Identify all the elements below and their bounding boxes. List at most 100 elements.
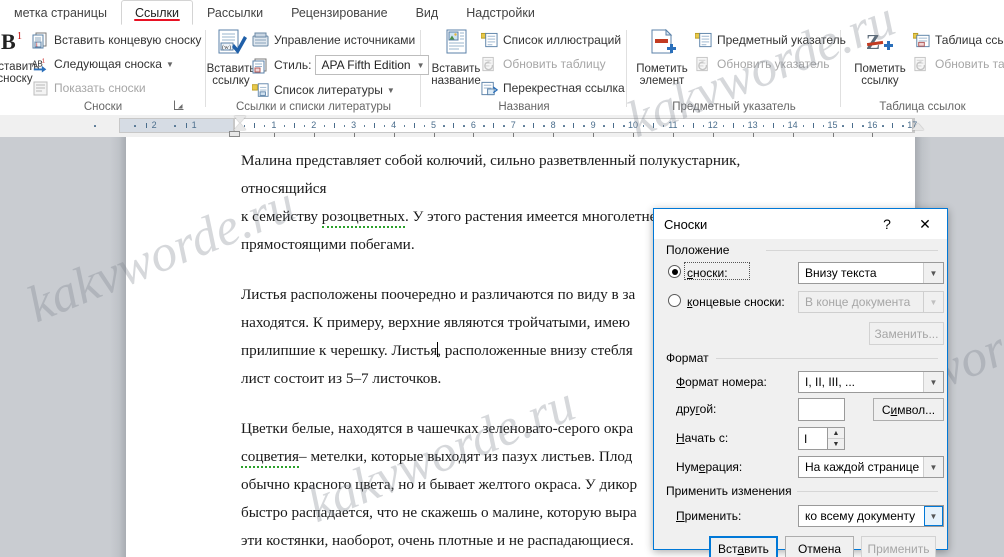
bibliography-button[interactable]: Список литературы ▼ — [252, 80, 395, 100]
footnotes-location-combobox[interactable]: Внизу текста ▼ — [798, 262, 944, 284]
ruler-tick-label: 2 — [311, 120, 317, 130]
ruler-half-mark — [186, 123, 188, 128]
ruler-half-mark — [146, 123, 148, 128]
footnotes-dialog-launcher[interactable] — [173, 100, 185, 112]
close-icon[interactable]: ✕ — [905, 209, 945, 239]
mark-citation-button[interactable]: Z Пометить ссылку — [849, 29, 911, 88]
start-at-input[interactable]: I — [798, 427, 828, 450]
mark-entry-label: Пометить элемент — [636, 62, 688, 88]
insert-index-label: Предметный указатель — [717, 33, 846, 47]
ruler-tick-label: 1 — [191, 120, 197, 130]
table-of-figures-icon — [481, 32, 498, 49]
number-format-value: I, II, III, ... — [805, 375, 856, 389]
ruler-minor-dot — [882, 125, 884, 127]
apply-button[interactable]: Применить — [861, 536, 936, 557]
symbol-button[interactable]: Символ... — [873, 398, 944, 421]
tab-view[interactable]: Вид — [402, 0, 453, 25]
tab-page-layout[interactable]: метка страницы — [0, 0, 121, 25]
next-footnote-button[interactable]: AB 1 Следующая сноска ▼ — [32, 54, 174, 74]
chevron-down-icon[interactable]: ▼ — [923, 457, 943, 477]
ruler-minor-dot — [523, 125, 525, 127]
tab-addins[interactable]: Надстройки — [452, 0, 549, 25]
ruler-minor-dot — [503, 125, 505, 127]
insert-caption-button[interactable]: Вставить название — [425, 29, 487, 88]
horizontal-ruler[interactable]: 2 1 1 2 3 4 5 6 7 8 9 10 11 12 13 14 15 16 17 — [0, 115, 1004, 138]
citation-style-combobox[interactable]: APA Fifth Edition ▼ — [315, 55, 429, 75]
next-footnote-label: Следующая сноска — [54, 57, 162, 71]
ruler-minor-dot — [762, 125, 765, 127]
update-index-button[interactable]: Обновить указатель — [695, 54, 830, 74]
dialog-title-bar[interactable]: Сноски ? ✕ — [654, 209, 947, 239]
numbering-value: На каждой странице — [805, 460, 920, 474]
citation-style-value: APA Fifth Edition — [321, 58, 411, 72]
show-notes-label: Показать сноски — [54, 81, 146, 95]
chevron-down-icon[interactable]: ▼ — [387, 86, 395, 95]
first-line-indent-marker[interactable] — [234, 116, 246, 123]
chevron-down-icon[interactable]: ▼ — [166, 60, 174, 69]
ruler-minor-dot — [842, 125, 844, 127]
ruler-tick-label: 1 — [271, 120, 277, 130]
apply-group-label: Применить изменения — [666, 484, 797, 498]
tab-active-underline — [133, 18, 180, 21]
cancel-button[interactable]: Отмена — [785, 536, 854, 557]
citation-style-row: Стиль: APA Fifth Edition ▼ — [252, 55, 429, 75]
show-notes-button[interactable]: Показать сноски — [32, 78, 146, 98]
ruler-minor-dot — [483, 125, 485, 127]
insert-index-button[interactable]: Предметный указатель — [695, 30, 846, 50]
ruler-half-mark — [772, 123, 774, 128]
tab-references[interactable]: Ссылки — [120, 0, 193, 25]
update-authorities-table-button[interactable]: Обновить табл... — [913, 54, 1004, 74]
symbol-button-label: Символ... — [881, 402, 936, 417]
right-indent-marker[interactable] — [912, 123, 924, 130]
footnotes-radio[interactable] — [668, 265, 681, 278]
ruler-half-mark — [413, 123, 415, 128]
numbering-combobox[interactable]: На каждой странице ▼ — [798, 456, 944, 478]
ruler-minor-dot — [363, 125, 366, 127]
cross-reference-button[interactable]: Перекрестная ссылка — [481, 78, 625, 98]
ruler-tick-label: 13 — [747, 120, 758, 130]
insert-button[interactable]: Вставить — [709, 536, 778, 557]
chevron-down-icon[interactable]: ▼ — [923, 372, 943, 392]
citation-style-label: Стиль: — [274, 58, 312, 72]
tab-mailings[interactable]: Рассылки — [193, 0, 277, 25]
ruler-tick-label: 11 — [668, 120, 678, 130]
ruler-minor-dot — [423, 125, 426, 127]
endnotes-radio[interactable] — [668, 294, 681, 307]
start-at-spinner[interactable]: ▲ ▼ — [828, 427, 845, 450]
apply-to-combobox[interactable]: ко всему документу ▼ — [798, 505, 944, 527]
ribbon-group-captions: Вставить название Список иллюстраций Обн… — [421, 25, 627, 115]
table-of-figures-button[interactable]: Список иллюстраций — [481, 30, 621, 50]
endnotes-location-combobox[interactable]: В конце документа ▼ — [798, 291, 944, 313]
ruler-minor-dot — [623, 125, 625, 127]
tab-review[interactable]: Рецензирование — [277, 0, 402, 25]
mark-entry-button[interactable]: Пометить элемент — [631, 28, 693, 88]
number-format-combobox[interactable]: I, II, III, ... ▼ — [798, 371, 944, 393]
ruler-half-mark — [852, 123, 854, 128]
svg-text:1: 1 — [42, 58, 45, 64]
cross-reference-icon — [481, 80, 498, 97]
insert-caption-icon — [441, 29, 471, 61]
ruler-half-mark — [573, 123, 575, 128]
insert-endnote-button[interactable]: i Вставить концевую сноску — [32, 30, 201, 50]
format-group-label: Формат — [666, 351, 714, 365]
custom-mark-input[interactable] — [798, 398, 845, 421]
update-figures-table-button[interactable]: Обновить таблицу — [481, 54, 606, 74]
group-label-citations: Ссылки и списки литературы — [236, 101, 391, 113]
insert-table-of-authorities-button[interactable]: Таблица ссылок — [913, 30, 1004, 50]
spinner-down-icon[interactable]: ▼ — [828, 439, 844, 449]
chevron-down-icon[interactable]: ▼ — [924, 506, 943, 526]
insert-endnote-icon: i — [32, 32, 49, 49]
chevron-down-icon[interactable]: ▼ — [923, 263, 943, 283]
table-of-figures-label: Список иллюстраций — [503, 33, 622, 47]
hanging-indent-marker[interactable] — [234, 123, 246, 130]
ribbon-tab-bar: метка страницы Ссылки Рассылки Рецензиро… — [0, 0, 1004, 26]
ruler-half-mark — [892, 123, 894, 128]
ribbon-group-index: Пометить элемент Предметный указатель Об… — [627, 25, 846, 115]
ruler-tick-label: 16 — [867, 120, 878, 130]
ruler-minor-dot — [782, 125, 785, 127]
spinner-up-icon[interactable]: ▲ — [828, 428, 844, 439]
convert-button[interactable]: Заменить... — [869, 322, 944, 345]
ruler-half-mark — [732, 123, 734, 128]
manage-sources-button[interactable]: Управление источниками — [252, 30, 415, 50]
help-icon[interactable]: ? — [872, 209, 902, 239]
